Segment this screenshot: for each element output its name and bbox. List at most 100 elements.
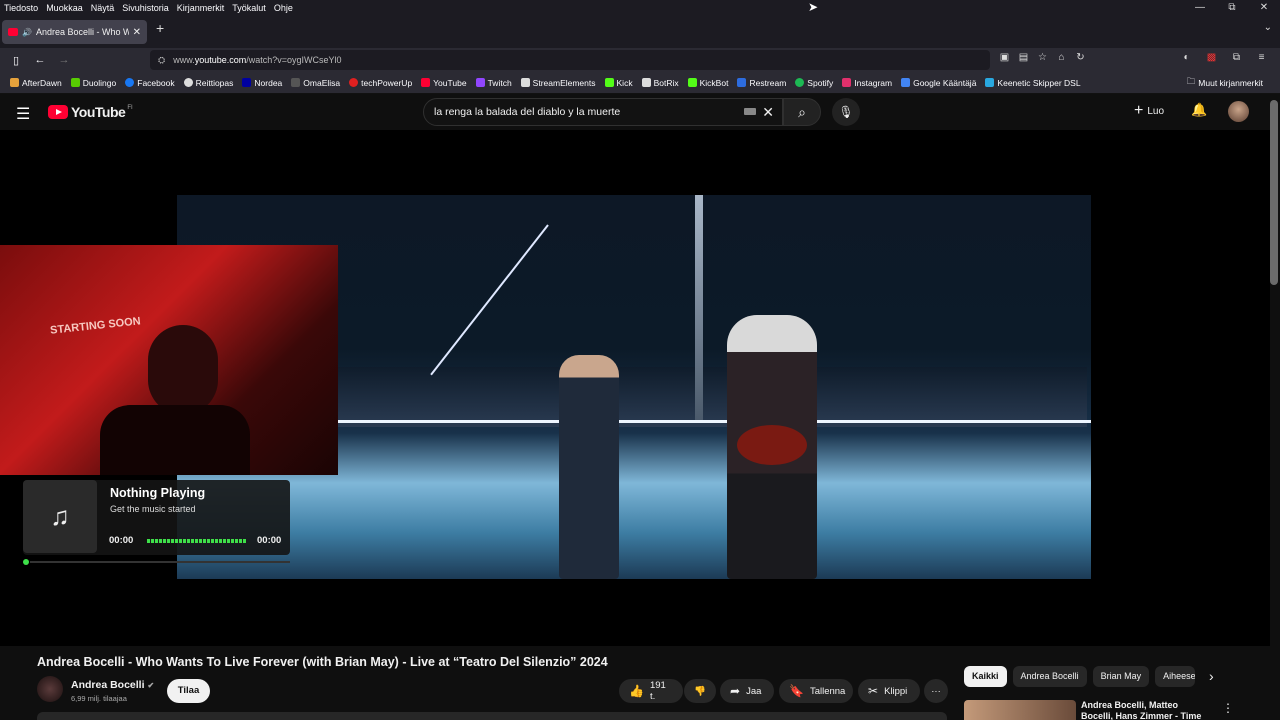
list-tabs-button[interactable]: ⌄ bbox=[1264, 22, 1272, 33]
bookmark-item[interactable]: Google Kääntäjä bbox=[901, 78, 976, 88]
search-query: la renga la balada del diablo y la muert… bbox=[434, 106, 621, 118]
chip-andrea-bocelli[interactable]: Andrea Bocelli bbox=[1012, 666, 1087, 687]
search-input[interactable]: la renga la balada del diablo y la muert… bbox=[423, 98, 783, 126]
menu-view[interactable]: Näytä bbox=[91, 3, 115, 13]
youtube-header: ☰ YouTube FI la renga la balada del diab… bbox=[0, 94, 1280, 130]
channel-avatar[interactable] bbox=[37, 676, 63, 702]
account-icon[interactable]: ◐ bbox=[1174, 52, 1199, 63]
bookmark-favicon-icon bbox=[520, 78, 530, 87]
bookmark-favicon-icon bbox=[604, 78, 614, 87]
bookmark-item[interactable]: Twitch bbox=[475, 78, 512, 88]
extensions-icon[interactable]: ⧉ bbox=[1224, 52, 1249, 63]
bookmark-item[interactable]: AfterDawn bbox=[10, 78, 62, 88]
back-button[interactable]: ← bbox=[28, 54, 52, 66]
sidebar-icon[interactable]: ▯ bbox=[4, 54, 28, 67]
bookmark-item[interactable]: BotRix bbox=[641, 78, 679, 88]
now-playing-title: Nothing Playing bbox=[110, 486, 206, 500]
create-button[interactable]: + Luo bbox=[1134, 102, 1164, 120]
video-progress-handle[interactable] bbox=[23, 559, 29, 565]
bookmark-label: AfterDawn bbox=[22, 77, 62, 88]
tab-youtube[interactable]: 🔊 Andrea Bocelli - Who Wants To Live For… bbox=[2, 20, 147, 44]
bookmark-item[interactable]: Instagram bbox=[842, 78, 892, 88]
bookmark-item[interactable]: YouTube bbox=[421, 78, 467, 88]
url-path: /watch?v=oygIWCseYl0 bbox=[246, 55, 342, 65]
clear-search-icon[interactable]: ✕ bbox=[762, 104, 774, 121]
menu-edit[interactable]: Muokkaa bbox=[46, 3, 83, 13]
extension-badge-icon[interactable]: ▩ bbox=[1199, 52, 1224, 63]
site-info-icon[interactable]: ⛭ bbox=[158, 55, 165, 66]
bookmark-item[interactable]: Reittiopas bbox=[183, 78, 233, 88]
bookmark-item[interactable]: OmaElisa bbox=[291, 78, 340, 88]
save-button[interactable]: 🔖 Tallenna bbox=[779, 679, 853, 703]
keyboard-icon[interactable] bbox=[744, 108, 756, 115]
like-button[interactable]: 👍 191 t. bbox=[619, 679, 683, 703]
chip-all[interactable]: Kaikki bbox=[964, 666, 1007, 687]
menu-tools[interactable]: Työkalut bbox=[232, 3, 266, 13]
chevron-right-icon[interactable]: › bbox=[1209, 668, 1214, 684]
recommendation-thumbnail[interactable] bbox=[964, 700, 1076, 720]
chip-brian-may[interactable]: Brian May bbox=[1092, 666, 1150, 687]
bookmark-item[interactable]: Keenetic Skipper DSL bbox=[985, 78, 1081, 88]
thumbs-up-icon: 👍 bbox=[629, 684, 644, 698]
reader-view-icon[interactable]: ▤ bbox=[1014, 52, 1033, 63]
forward-button[interactable]: → bbox=[52, 54, 76, 66]
streamer-body bbox=[100, 405, 250, 475]
tab-close-icon[interactable]: ✕ bbox=[133, 27, 141, 38]
other-bookmarks[interactable]: 🗀 Muut kirjanmerkit bbox=[1187, 76, 1263, 90]
close-window-button[interactable]: ✕ bbox=[1248, 0, 1280, 16]
url-bar[interactable]: ⛭ www. youtube.com/watch?v=oygIWCseYl0 bbox=[150, 50, 990, 70]
picture-in-picture-icon[interactable]: ▣ bbox=[995, 52, 1014, 63]
dislike-button[interactable]: 👎 bbox=[684, 679, 716, 703]
notifications-bell-icon[interactable]: 🔔 bbox=[1191, 102, 1207, 118]
bookmark-item[interactable]: Restream bbox=[737, 78, 786, 88]
account-avatar[interactable] bbox=[1228, 101, 1249, 122]
bookmark-item[interactable]: Nordea bbox=[242, 78, 282, 88]
reload-icon[interactable]: ↻ bbox=[1071, 52, 1090, 63]
bookmark-favicon-icon bbox=[842, 78, 852, 87]
bookmark-item[interactable]: Facebook bbox=[125, 78, 175, 88]
new-tab-button[interactable]: + bbox=[156, 20, 164, 36]
minimize-button[interactable]: — bbox=[1184, 0, 1216, 16]
chip-related[interactable]: Aiheeseen liittyvät bbox=[1155, 666, 1196, 687]
clip-button[interactable]: ✂ Klippi bbox=[858, 679, 920, 703]
bookmark-item[interactable]: techPowerUp bbox=[349, 78, 412, 88]
share-button[interactable]: ➦ Jaa bbox=[720, 679, 774, 703]
bookmark-item[interactable]: KickBot bbox=[687, 78, 728, 88]
scissors-icon: ✂ bbox=[868, 684, 879, 698]
clip-label: Klippi bbox=[884, 685, 908, 697]
bookmark-item[interactable]: StreamElements bbox=[520, 78, 596, 88]
window-controls: — ⧉ ✕ bbox=[1184, 0, 1280, 16]
now-playing-widget: ♫ Nothing Playing Get the music started … bbox=[23, 480, 290, 555]
like-count: 191 t. bbox=[649, 680, 666, 702]
more-actions-button[interactable]: ··· bbox=[924, 679, 948, 703]
bookmark-label: Restream bbox=[749, 77, 787, 88]
bookmark-item[interactable]: Kick bbox=[604, 78, 633, 88]
app-menu-icon[interactable]: ≡ bbox=[1249, 52, 1274, 63]
home-icon[interactable]: ⌂ bbox=[1052, 52, 1071, 63]
description-box[interactable] bbox=[37, 712, 947, 720]
voice-search-button[interactable]: 🎙 bbox=[832, 98, 860, 126]
restore-button[interactable]: ⧉ bbox=[1216, 0, 1248, 16]
menu-bookmarks[interactable]: Kirjanmerkit bbox=[177, 3, 225, 13]
bookmark-star-icon[interactable]: ☆ bbox=[1033, 52, 1052, 63]
bookmark-label: Spotify bbox=[807, 77, 834, 88]
recommendation-title[interactable]: Andrea Bocelli, Matteo Bocelli, Hans Zim… bbox=[1081, 700, 1211, 720]
bookmark-label: Google Kääntäjä bbox=[913, 77, 977, 88]
video-progress-bar[interactable] bbox=[30, 561, 290, 563]
bookmark-item[interactable]: Spotify bbox=[795, 78, 833, 88]
youtube-logo[interactable]: YouTube FI bbox=[48, 104, 133, 120]
menu-history[interactable]: Sivuhistoria bbox=[122, 3, 169, 13]
bookmark-label: Duolingo bbox=[82, 77, 117, 88]
menu-help[interactable]: Ohje bbox=[274, 3, 293, 13]
speaker-icon[interactable]: 🔊 bbox=[22, 28, 32, 37]
channel-name[interactable]: Andrea Bocelli ✔ bbox=[71, 679, 154, 691]
page-scrollbar[interactable] bbox=[1270, 100, 1278, 285]
search-button[interactable]: ⌕ bbox=[783, 98, 821, 126]
youtube-play-icon bbox=[48, 105, 68, 119]
recommendation-menu-icon[interactable]: ⋮ bbox=[1222, 701, 1234, 715]
subscribe-button[interactable]: Tilaa bbox=[167, 679, 210, 703]
bookmark-item[interactable]: Duolingo bbox=[70, 77, 117, 88]
hamburger-menu-icon[interactable]: ☰ bbox=[16, 104, 30, 124]
subscriber-count: 6,99 milj. tilaajaa bbox=[71, 694, 127, 703]
menu-file[interactable]: Tiedosto bbox=[4, 3, 38, 13]
